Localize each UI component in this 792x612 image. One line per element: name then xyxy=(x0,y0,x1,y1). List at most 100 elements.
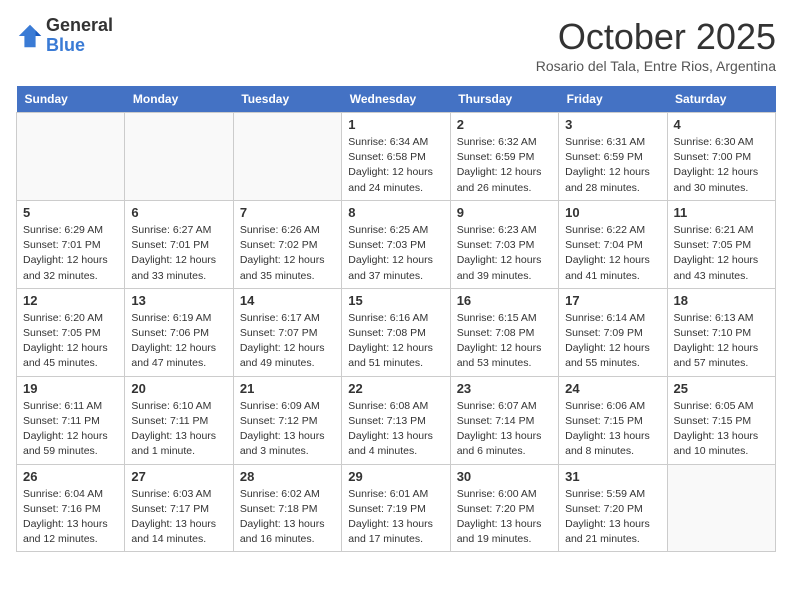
calendar-cell: 7Sunrise: 6:26 AM Sunset: 7:02 PM Daylig… xyxy=(233,200,341,288)
calendar-cell: 21 Sunrise: 6:09 AM Sunset: 7:12 PM Dayli… xyxy=(233,376,341,464)
day-number: 29 xyxy=(348,469,443,484)
header-day-monday: Monday xyxy=(125,86,233,113)
day-number: 4 xyxy=(674,117,769,132)
day-info: Sunrise: 6:19 AM Sunset: 7:06 PM Dayligh… xyxy=(131,311,226,372)
day-number: 5 xyxy=(23,205,118,220)
day-number: 16 xyxy=(457,293,552,308)
day-number: 14 xyxy=(240,293,335,308)
day-info: Sunrise: 6:05 AM Sunset: 7:15 PM Dayligh… xyxy=(674,399,769,460)
calendar-cell: 16 Sunrise: 6:15 AM Sunset: 7:08 PM Dayli… xyxy=(450,288,558,376)
calendar-cell: 30Sunrise: 6:00 AM Sunset: 7:20 PM Dayli… xyxy=(450,464,558,552)
day-info: Sunrise: 6:09 AM Sunset: 7:12 PM Dayligh… xyxy=(240,399,335,460)
day-info: Sunrise: 6:29 AM Sunset: 7:01 PM Dayligh… xyxy=(23,223,118,284)
day-info: Sunrise: 6:03 AM Sunset: 7:17 PM Dayligh… xyxy=(131,487,226,548)
calendar-table: SundayMondayTuesdayWednesdayThursdayFrid… xyxy=(16,86,776,552)
day-number: 25 xyxy=(674,381,769,396)
month-title: October 2025 xyxy=(536,16,776,58)
calendar-cell: 5 Sunrise: 6:29 AM Sunset: 7:01 PM Daylig… xyxy=(17,200,125,288)
day-number: 10 xyxy=(565,205,660,220)
week-row-0: 1Sunrise: 6:34 AM Sunset: 6:58 PM Daylig… xyxy=(17,113,776,201)
day-info: Sunrise: 6:22 AM Sunset: 7:04 PM Dayligh… xyxy=(565,223,660,284)
calendar-cell: 14 Sunrise: 6:17 AM Sunset: 7:07 PM Dayli… xyxy=(233,288,341,376)
day-info: Sunrise: 6:13 AM Sunset: 7:10 PM Dayligh… xyxy=(674,311,769,372)
calendar-cell: 11 Sunrise: 6:21 AM Sunset: 7:05 PM Dayli… xyxy=(667,200,775,288)
calendar-cell: 8 Sunrise: 6:25 AM Sunset: 7:03 PM Daylig… xyxy=(342,200,450,288)
calendar-cell: 26 Sunrise: 6:04 AM Sunset: 7:16 PM Dayli… xyxy=(17,464,125,552)
day-number: 20 xyxy=(131,381,226,396)
calendar-cell: 20 Sunrise: 6:10 AM Sunset: 7:11 PM Dayli… xyxy=(125,376,233,464)
calendar-cell: 3Sunrise: 6:31 AM Sunset: 6:59 PM Daylig… xyxy=(559,113,667,201)
header-day-wednesday: Wednesday xyxy=(342,86,450,113)
day-number: 8 xyxy=(348,205,443,220)
day-number: 24 xyxy=(565,381,660,396)
calendar-header: SundayMondayTuesdayWednesdayThursdayFrid… xyxy=(17,86,776,113)
day-info: Sunrise: 6:15 AM Sunset: 7:08 PM Dayligh… xyxy=(457,311,552,372)
day-number: 11 xyxy=(674,205,769,220)
header-row: SundayMondayTuesdayWednesdayThursdayFrid… xyxy=(17,86,776,113)
calendar-cell xyxy=(17,113,125,201)
day-number: 13 xyxy=(131,293,226,308)
day-info: Sunrise: 6:23 AM Sunset: 7:03 PM Dayligh… xyxy=(457,223,552,284)
day-info: Sunrise: 6:04 AM Sunset: 7:16 PM Dayligh… xyxy=(23,487,118,548)
calendar-body: 1Sunrise: 6:34 AM Sunset: 6:58 PM Daylig… xyxy=(17,113,776,552)
title-block: October 2025 Rosario del Tala, Entre Rio… xyxy=(536,16,776,74)
calendar-cell: 10 Sunrise: 6:22 AM Sunset: 7:04 PM Dayli… xyxy=(559,200,667,288)
week-row-2: 12Sunrise: 6:20 AM Sunset: 7:05 PM Dayli… xyxy=(17,288,776,376)
calendar-cell: 19Sunrise: 6:11 AM Sunset: 7:11 PM Dayli… xyxy=(17,376,125,464)
header-day-thursday: Thursday xyxy=(450,86,558,113)
calendar-cell: 12Sunrise: 6:20 AM Sunset: 7:05 PM Dayli… xyxy=(17,288,125,376)
day-number: 15 xyxy=(348,293,443,308)
week-row-3: 19Sunrise: 6:11 AM Sunset: 7:11 PM Dayli… xyxy=(17,376,776,464)
day-info: Sunrise: 6:21 AM Sunset: 7:05 PM Dayligh… xyxy=(674,223,769,284)
logo-text: General Blue xyxy=(46,16,113,56)
day-info: Sunrise: 6:17 AM Sunset: 7:07 PM Dayligh… xyxy=(240,311,335,372)
day-number: 21 xyxy=(240,381,335,396)
header-day-friday: Friday xyxy=(559,86,667,113)
day-number: 31 xyxy=(565,469,660,484)
day-number: 3 xyxy=(565,117,660,132)
calendar-cell: 23 Sunrise: 6:07 AM Sunset: 7:14 PM Dayli… xyxy=(450,376,558,464)
location: Rosario del Tala, Entre Rios, Argentina xyxy=(536,58,776,74)
calendar-cell xyxy=(125,113,233,201)
week-row-1: 5 Sunrise: 6:29 AM Sunset: 7:01 PM Daylig… xyxy=(17,200,776,288)
header-day-tuesday: Tuesday xyxy=(233,86,341,113)
calendar-cell: 1Sunrise: 6:34 AM Sunset: 6:58 PM Daylig… xyxy=(342,113,450,201)
day-info: Sunrise: 6:07 AM Sunset: 7:14 PM Dayligh… xyxy=(457,399,552,460)
day-number: 22 xyxy=(348,381,443,396)
day-number: 17 xyxy=(565,293,660,308)
week-row-4: 26 Sunrise: 6:04 AM Sunset: 7:16 PM Dayli… xyxy=(17,464,776,552)
day-number: 23 xyxy=(457,381,552,396)
calendar-cell: 15 Sunrise: 6:16 AM Sunset: 7:08 PM Dayli… xyxy=(342,288,450,376)
header-day-saturday: Saturday xyxy=(667,86,775,113)
calendar-cell: 2Sunrise: 6:32 AM Sunset: 6:59 PM Daylig… xyxy=(450,113,558,201)
header-day-sunday: Sunday xyxy=(17,86,125,113)
day-info: Sunrise: 6:16 AM Sunset: 7:08 PM Dayligh… xyxy=(348,311,443,372)
calendar-cell: 31 Sunrise: 5:59 AM Sunset: 7:20 PM Dayli… xyxy=(559,464,667,552)
day-info: Sunrise: 6:25 AM Sunset: 7:03 PM Dayligh… xyxy=(348,223,443,284)
logo-icon xyxy=(16,22,44,50)
day-number: 7 xyxy=(240,205,335,220)
day-info: Sunrise: 6:34 AM Sunset: 6:58 PM Dayligh… xyxy=(348,135,443,196)
day-info: Sunrise: 6:00 AM Sunset: 7:20 PM Dayligh… xyxy=(457,487,552,548)
calendar-cell: 17Sunrise: 6:14 AM Sunset: 7:09 PM Dayli… xyxy=(559,288,667,376)
day-number: 27 xyxy=(131,469,226,484)
day-info: Sunrise: 6:01 AM Sunset: 7:19 PM Dayligh… xyxy=(348,487,443,548)
day-number: 18 xyxy=(674,293,769,308)
calendar-cell: 24Sunrise: 6:06 AM Sunset: 7:15 PM Dayli… xyxy=(559,376,667,464)
calendar-cell: 25 Sunrise: 6:05 AM Sunset: 7:15 PM Dayli… xyxy=(667,376,775,464)
calendar-cell: 18 Sunrise: 6:13 AM Sunset: 7:10 PM Dayli… xyxy=(667,288,775,376)
calendar-cell xyxy=(233,113,341,201)
calendar-cell xyxy=(667,464,775,552)
day-info: Sunrise: 6:11 AM Sunset: 7:11 PM Dayligh… xyxy=(23,399,118,460)
calendar-cell: 9 Sunrise: 6:23 AM Sunset: 7:03 PM Daylig… xyxy=(450,200,558,288)
day-info: Sunrise: 5:59 AM Sunset: 7:20 PM Dayligh… xyxy=(565,487,660,548)
calendar-cell: 22 Sunrise: 6:08 AM Sunset: 7:13 PM Dayli… xyxy=(342,376,450,464)
day-number: 12 xyxy=(23,293,118,308)
day-number: 26 xyxy=(23,469,118,484)
day-number: 9 xyxy=(457,205,552,220)
calendar-cell: 29 Sunrise: 6:01 AM Sunset: 7:19 PM Dayli… xyxy=(342,464,450,552)
day-info: Sunrise: 6:08 AM Sunset: 7:13 PM Dayligh… xyxy=(348,399,443,460)
calendar-cell: 28Sunrise: 6:02 AM Sunset: 7:18 PM Dayli… xyxy=(233,464,341,552)
day-info: Sunrise: 6:10 AM Sunset: 7:11 PM Dayligh… xyxy=(131,399,226,460)
calendar-cell: 4Sunrise: 6:30 AM Sunset: 7:00 PM Daylig… xyxy=(667,113,775,201)
